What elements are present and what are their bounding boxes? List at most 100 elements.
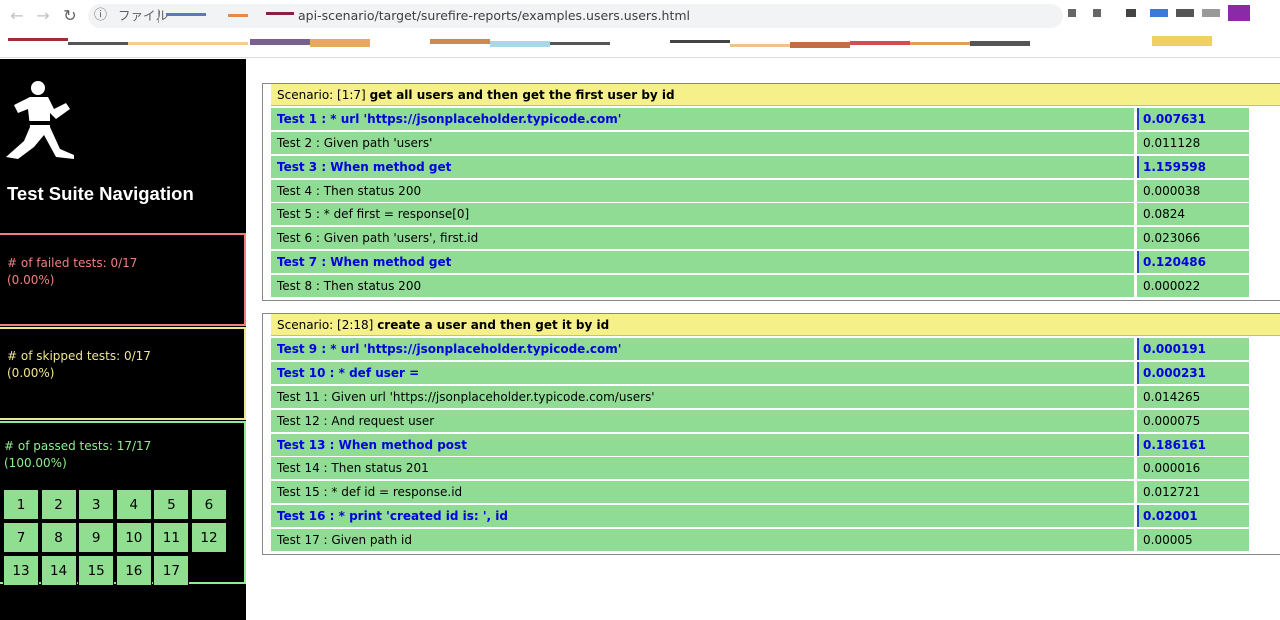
extension-icon[interactable] xyxy=(1176,9,1194,17)
bookmark-item[interactable] xyxy=(250,39,310,45)
info-icon[interactable]: ⓘ xyxy=(94,4,107,28)
bookmark-item[interactable] xyxy=(430,39,490,44)
step-time: 0.011128 xyxy=(1137,131,1249,154)
step-row: Test 9 : * url 'https://jsonplaceholder.… xyxy=(271,338,1280,361)
extension-icon[interactable] xyxy=(1068,9,1076,17)
extension-icon[interactable] xyxy=(1093,9,1101,17)
passed-tests-panel: # of passed tests: 17/17 (100.00%) 1 2 3… xyxy=(0,421,246,586)
reload-icon[interactable]: ↻ xyxy=(59,5,81,27)
bookmark-item[interactable] xyxy=(790,42,850,48)
step-time-link[interactable]: 0.186161 xyxy=(1137,433,1249,456)
scenario-list: Scenario: [1:7] get all users and then g… xyxy=(262,83,1280,556)
step-time: 0.023066 xyxy=(1137,227,1249,250)
test-link-3[interactable]: 3 xyxy=(78,489,115,520)
bookmark-item[interactable] xyxy=(1152,36,1212,46)
bookmark-item[interactable] xyxy=(970,41,1030,46)
scenario-name: create a user and then get it by id xyxy=(377,318,610,333)
extension-icon[interactable] xyxy=(1150,9,1168,17)
scenario-prefix: Scenario: xyxy=(277,318,334,333)
failed-tests-count: # of failed tests: 0/17 xyxy=(7,256,138,270)
bookmark-item[interactable] xyxy=(8,38,68,41)
test-link-8[interactable]: 8 xyxy=(40,522,77,553)
step-name-link[interactable]: Test 16 : * print 'created id is: ', id xyxy=(271,505,1134,528)
step-time-link[interactable]: 0.120486 xyxy=(1137,251,1249,274)
test-link-14[interactable]: 14 xyxy=(40,555,77,586)
bookmark-item[interactable] xyxy=(730,44,790,47)
test-link-6[interactable]: 6 xyxy=(190,489,227,520)
test-link-7[interactable]: 7 xyxy=(3,522,39,553)
step-row: Test 5 : * def first = response[0] 0.0824 xyxy=(271,203,1280,226)
arrow-right-icon[interactable]: → xyxy=(32,5,54,27)
test-link-17[interactable]: 17 xyxy=(153,555,190,586)
step-time-link[interactable]: 0.02001 xyxy=(1137,505,1249,528)
step-row: Test 13 : When method post 0.186161 xyxy=(271,433,1280,456)
bookmarks-bar xyxy=(0,34,1280,56)
step-time: 0.012721 xyxy=(1137,481,1249,504)
bookmark-item[interactable] xyxy=(310,39,370,47)
step-time-link[interactable]: 1.159598 xyxy=(1137,155,1249,178)
bookmark-item[interactable] xyxy=(68,42,128,45)
scenario-header: Scenario: [2:18] create a user and then … xyxy=(271,314,1280,337)
step-row: Test 8 : Then status 200 0.000022 xyxy=(271,275,1280,298)
extension-icon[interactable] xyxy=(1126,9,1136,17)
step-name: Test 6 : Given path 'users', first.id xyxy=(271,227,1134,250)
step-row: Test 10 : * def user = 0.000231 xyxy=(271,361,1280,384)
bookmark-item[interactable] xyxy=(490,41,550,47)
step-time-link[interactable]: 0.007631 xyxy=(1137,107,1249,130)
test-link-13[interactable]: 13 xyxy=(3,555,39,586)
test-link-4[interactable]: 4 xyxy=(115,489,152,520)
step-name-link[interactable]: Test 7 : When method get xyxy=(271,251,1134,274)
scenario-padding xyxy=(271,551,1280,554)
bookmark-item[interactable] xyxy=(550,42,610,45)
step-row: Test 17 : Given path id 0.00005 xyxy=(271,529,1280,552)
step-name-link[interactable]: Test 10 : * def user = xyxy=(271,361,1134,384)
bookmark-item[interactable] xyxy=(670,40,730,43)
failed-tests-panel: # of failed tests: 0/17 (0.00%) xyxy=(0,233,246,326)
test-link-5[interactable]: 5 xyxy=(153,489,190,520)
step-row: Test 16 : * print 'created id is: ', id 0… xyxy=(271,505,1280,528)
karate-logo-icon xyxy=(6,81,74,159)
arrow-left-icon[interactable]: ← xyxy=(6,5,28,27)
step-row: Test 12 : And request user 0.000075 xyxy=(271,409,1280,432)
test-link-11[interactable]: 11 xyxy=(153,522,190,553)
step-name-link[interactable]: Test 13 : When method post xyxy=(271,433,1134,456)
test-link-10[interactable]: 10 xyxy=(115,522,152,553)
step-row: Test 6 : Given path 'users', first.id 0.0… xyxy=(271,227,1280,250)
test-link-2[interactable]: 2 xyxy=(40,489,77,520)
test-link-9[interactable]: 9 xyxy=(78,522,115,553)
test-link-12[interactable]: 12 xyxy=(190,522,227,553)
test-link-16[interactable]: 16 xyxy=(115,555,152,586)
bookmark-item[interactable] xyxy=(910,42,970,45)
test-link-15[interactable]: 15 xyxy=(78,555,115,586)
redacted-text xyxy=(228,14,248,17)
redacted-text xyxy=(166,13,206,16)
step-row: Test 15 : * def id = response.id 0.012721 xyxy=(271,481,1280,504)
bookmark-item[interactable] xyxy=(850,41,910,45)
scenario-table: Scenario: [1:7] get all users and then g… xyxy=(262,83,1280,302)
step-name-link[interactable]: Test 3 : When method get xyxy=(271,155,1134,178)
test-link-1[interactable]: 1 xyxy=(3,489,39,520)
step-name: Test 17 : Given path id xyxy=(271,529,1134,552)
step-name: Test 12 : And request user xyxy=(271,409,1134,432)
step-time-link[interactable]: 0.000191 xyxy=(1137,338,1249,361)
step-name: Test 15 : * def id = response.id xyxy=(271,481,1134,504)
step-time: 0.000022 xyxy=(1137,275,1249,298)
omnibox-separator xyxy=(158,9,159,23)
extension-icon[interactable] xyxy=(1228,5,1250,21)
skipped-tests-panel: # of skipped tests: 0/17 (0.00%) xyxy=(0,327,246,420)
step-row: Test 3 : When method get 1.159598 xyxy=(271,155,1280,178)
address-bar[interactable]: ⓘ ファイル api-scenario/target/surefire-repo… xyxy=(88,4,1063,28)
step-name: Test 4 : Then status 200 xyxy=(271,179,1134,202)
step-name: Test 11 : Given url 'https://jsonplaceho… xyxy=(271,385,1134,408)
grid-row: 7 8 9 10 11 12 xyxy=(3,522,231,554)
bookmark-item[interactable] xyxy=(128,42,248,45)
scenario-prefix: Scenario: xyxy=(277,88,334,102)
step-name-link[interactable]: Test 9 : * url 'https://jsonplaceholder.… xyxy=(271,338,1134,361)
step-time-link[interactable]: 0.000231 xyxy=(1137,361,1249,384)
extension-icon[interactable] xyxy=(1202,9,1220,17)
failed-tests-percent: (0.00%) xyxy=(7,273,55,287)
step-name: Test 14 : Then status 201 xyxy=(271,457,1134,480)
step-name-link[interactable]: Test 1 : * url 'https://jsonplaceholder.… xyxy=(271,107,1134,130)
step-name: Test 8 : Then status 200 xyxy=(271,275,1134,298)
step-time: 0.000038 xyxy=(1137,179,1249,202)
